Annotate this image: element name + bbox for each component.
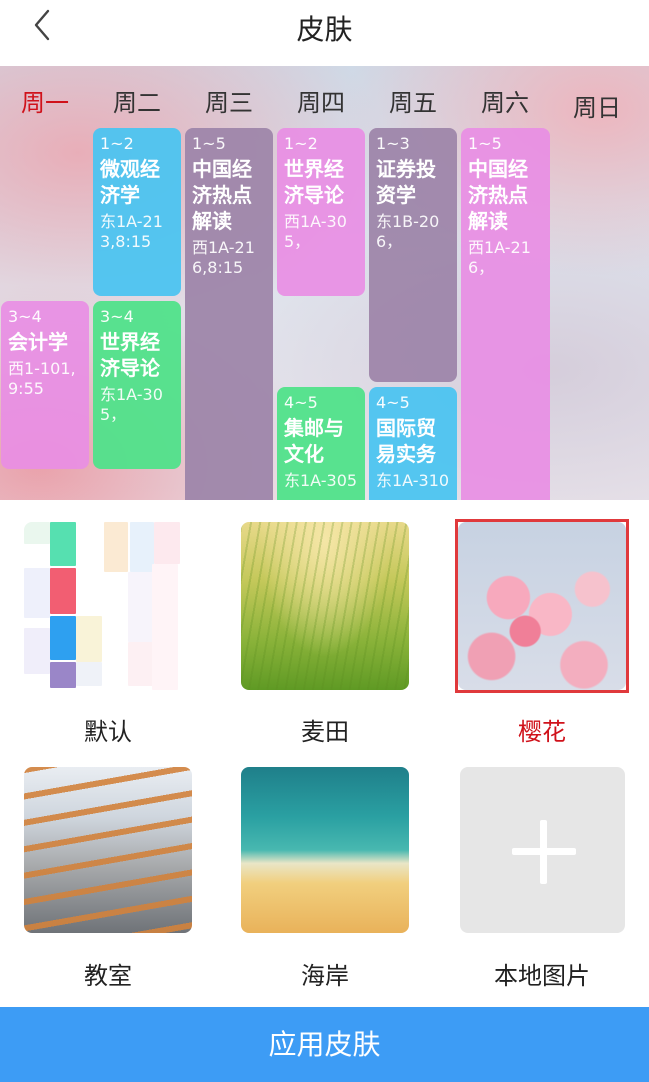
course-room: 东1A-213,8:15 (100, 212, 163, 251)
course-card[interactable]: 4~5 集邮与文化 东1A-305 (277, 387, 365, 500)
skin-option-classroom[interactable] (24, 767, 192, 933)
skin-thumbnail-default (24, 522, 192, 690)
course-name: 集邮与文化 (284, 416, 344, 466)
course-room: 东1A-310 (376, 471, 450, 490)
course-card[interactable]: 1~2 世界经济导论 西1A-305， (277, 128, 365, 296)
day-header-sat: 周六 (481, 89, 529, 117)
course-card[interactable]: 3~4 会计学 西1-101,9:55 (1, 301, 89, 469)
course-period: 3~4 (8, 307, 42, 326)
skin-thumbnail-wheat (241, 522, 409, 690)
add-local-image-tile (460, 767, 625, 933)
course-room: 东1A-305， (100, 385, 163, 424)
skin-option-default[interactable] (24, 522, 192, 690)
course-room: 西1A-216,8:15 (192, 238, 255, 277)
skin-label-default: 默认 (84, 718, 132, 746)
skin-thumbnail-beach (241, 767, 409, 933)
course-period: 1~3 (376, 134, 410, 153)
course-name: 世界经济导论 (284, 157, 344, 207)
skin-option-local-image[interactable] (460, 767, 625, 933)
course-card[interactable]: 4~5 国际贸易实务 东1A-310 (369, 387, 457, 500)
header: 皮肤 (0, 0, 649, 66)
skin-preview: 周一 周二 周三 周四 周五 周六 周日 1~2 微观经济学 东1A-213,8… (0, 66, 649, 500)
day-header-fri: 周五 (389, 89, 437, 117)
course-name: 证券投资学 (376, 157, 436, 207)
course-name: 世界经济导论 (100, 330, 160, 380)
day-header-wed: 周三 (205, 89, 253, 117)
course-card[interactable]: 3~4 世界经济导论 东1A-305， (93, 301, 181, 469)
course-card[interactable]: 1~2 微观经济学 东1A-213,8:15 (93, 128, 181, 296)
course-period: 1~5 (192, 134, 226, 153)
selected-skin-frame (455, 519, 629, 693)
skin-label-sakura: 樱花 (518, 718, 566, 746)
course-name: 中国经济热点解读 (192, 157, 252, 233)
course-period: 1~5 (468, 134, 502, 153)
skin-label-wheat: 麦田 (301, 718, 349, 746)
course-name: 会计学 (8, 330, 68, 354)
skin-label-classroom: 教室 (84, 962, 132, 990)
course-card[interactable]: 1~5 中国经济热点解读 西1A-216， (461, 128, 550, 500)
page-title: 皮肤 (296, 13, 353, 46)
course-name: 微观经济学 (100, 157, 160, 207)
course-room: 西1A-216， (468, 238, 531, 277)
skin-thumbnail-classroom (24, 767, 192, 933)
course-period: 3~4 (100, 307, 134, 326)
course-name: 国际贸易实务 (376, 416, 436, 466)
course-room: 西1-101,9:55 (8, 359, 76, 398)
skin-option-beach[interactable] (241, 767, 409, 933)
apply-skin-button[interactable]: 应用皮肤 (0, 1007, 649, 1082)
day-header-thu: 周四 (297, 89, 345, 117)
course-card[interactable]: 1~3 证券投资学 东1B-206， (369, 128, 457, 382)
course-name: 中国经济热点解读 (468, 157, 528, 233)
day-header-sun: 周日 (573, 94, 621, 122)
course-room: 东1B-206， (376, 212, 440, 251)
skin-option-wheat[interactable] (241, 522, 409, 690)
day-header-mon: 周一 (21, 89, 69, 117)
course-room: 西1A-305， (284, 212, 347, 251)
course-period: 4~5 (284, 393, 318, 412)
course-period: 1~2 (100, 134, 134, 153)
day-header-tue: 周二 (113, 89, 161, 117)
course-room: 东1A-305 (284, 471, 358, 490)
course-period: 1~2 (284, 134, 318, 153)
skin-label-beach: 海岸 (301, 962, 349, 990)
skin-label-local-image: 本地图片 (494, 962, 590, 990)
course-period: 4~5 (376, 393, 410, 412)
course-card[interactable]: 1~5 中国经济热点解读 西1A-216,8:15 (185, 128, 273, 500)
